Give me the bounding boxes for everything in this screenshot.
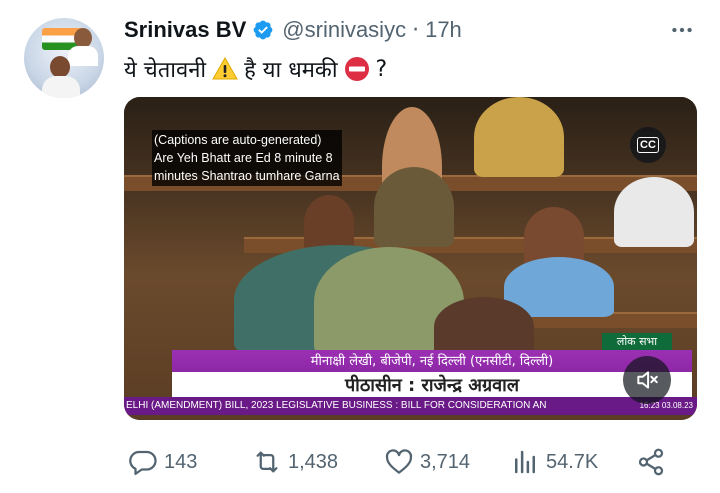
cc-icon: CC <box>637 137 659 153</box>
reply-icon <box>129 450 157 475</box>
like-button[interactable]: 3,714 <box>384 444 470 480</box>
repost-icon <box>256 451 278 473</box>
tweet-text-part2: है या धमकी <box>244 58 338 83</box>
captions-toggle-button[interactable]: CC <box>630 127 666 163</box>
analytics-icon <box>515 450 535 474</box>
tweet-timestamp[interactable]: 17h <box>425 17 462 43</box>
like-count: 3,714 <box>420 450 471 473</box>
heart-icon <box>385 449 413 474</box>
tweet-text-part3: ? <box>375 56 388 82</box>
channel-badge: लोक सभा <box>602 333 672 351</box>
tweet-text: ये चेतावनी है या धमकी ? <box>124 52 387 86</box>
lower-third: मीनाक्षी लेखी, बीजेपी, नई दिल्ली (एनसीटी… <box>172 350 692 402</box>
repost-button[interactable]: 1,438 <box>252 444 338 480</box>
more-options-button[interactable] <box>666 16 698 44</box>
reply-button[interactable]: 143 <box>128 444 197 480</box>
tweet-header: Srinivas BV @srinivasiyc · 17h <box>124 14 462 46</box>
reply-count: 143 <box>164 450 198 473</box>
verified-badge-icon <box>253 20 273 40</box>
auto-captions: (Captions are auto-generated) Are Yeh Bh… <box>152 130 342 186</box>
view-count: 54.7K <box>546 450 599 473</box>
tweet-text-part1: ये चेतावनी <box>124 58 207 83</box>
ticker-text: ELHI (AMENDMENT) BILL, 2023 LEGISLATIVE … <box>126 400 547 411</box>
share-button[interactable] <box>636 444 672 480</box>
profile-avatar[interactable] <box>24 18 104 98</box>
speaker-muted-icon <box>637 371 658 389</box>
warning-icon <box>212 56 238 80</box>
tweet-actions: 143 1,438 3,714 54.7K <box>128 444 688 480</box>
speaker-line: मीनाक्षी लेखी, बीजेपी, नई दिल्ली (एनसीटी… <box>310 354 554 369</box>
video-player[interactable]: (Captions are auto-generated) Are Yeh Bh… <box>124 97 697 420</box>
author-handle[interactable]: @srinivasiyc <box>282 17 406 43</box>
unmute-button[interactable] <box>623 356 671 404</box>
separator-dot: · <box>412 17 420 43</box>
no-entry-icon <box>344 57 369 81</box>
caption-line: (Captions are auto-generated) <box>154 133 322 147</box>
caption-line: Are Yeh Bhatt are Ed 8 minute 8 <box>154 151 333 165</box>
share-icon <box>638 448 664 476</box>
views-button[interactable]: 54.7K <box>510 444 598 480</box>
caption-line: minutes Shantrao tumhare Garna <box>154 169 340 183</box>
repost-count: 1,438 <box>288 450 339 473</box>
more-icon <box>672 27 692 33</box>
author-name[interactable]: Srinivas BV <box>124 17 246 43</box>
news-ticker: ELHI (AMENDMENT) BILL, 2023 LEGISLATIVE … <box>124 397 697 415</box>
chair-line: पीठासीन : राजेन्द्र अग्रवाल <box>172 372 692 400</box>
